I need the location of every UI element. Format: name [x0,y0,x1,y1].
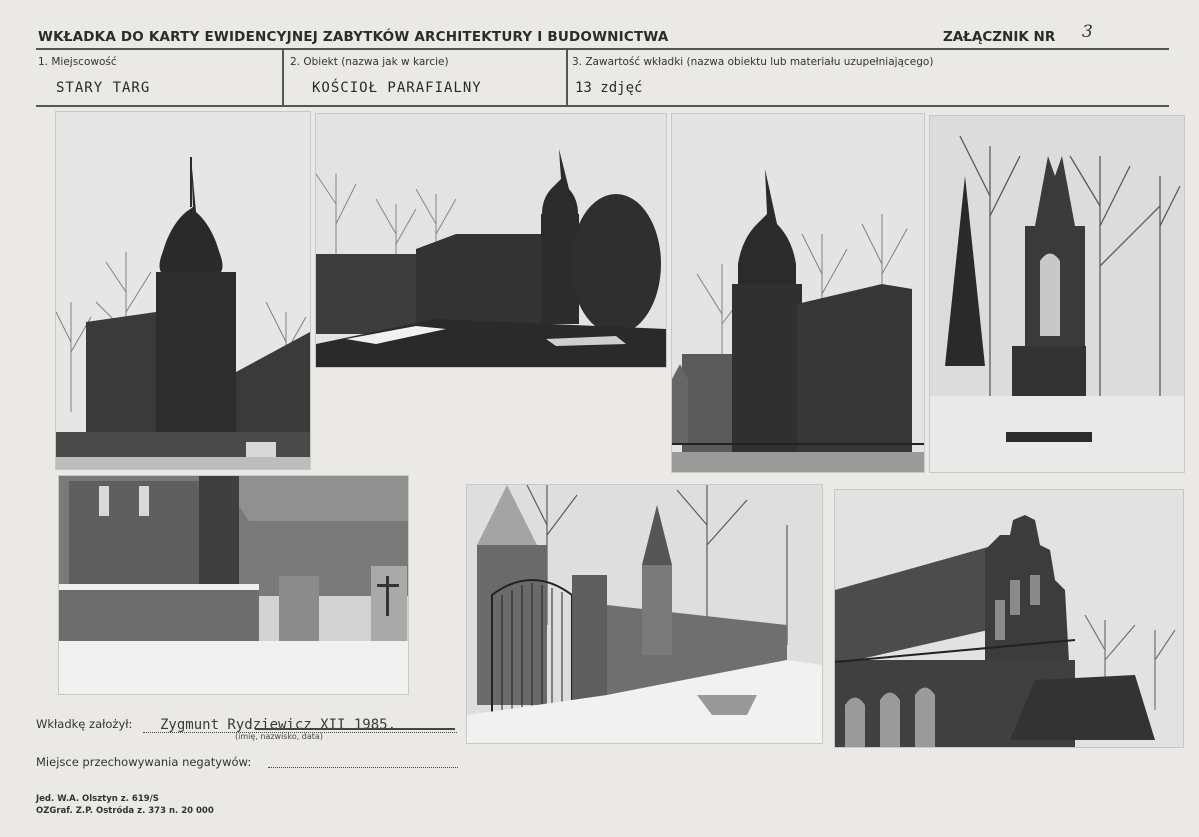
storage-dotted-line [268,767,458,768]
field-value-location: STARY TARG [56,80,151,96]
photo-gothic-monument [930,116,1184,472]
founder-value: Zygmunt Rydziewicz XII 1985. [160,717,397,733]
photo-church-hill [316,114,666,367]
field-value-object: KOŚCIOŁ PARAFIALNY [312,80,482,96]
field-label-object: 2. Obiekt (nazwa jak w karcie) [290,56,449,68]
field-label-location: 1. Miejscowość [38,56,117,68]
annex-number: 3 [1082,22,1093,42]
header-rule [36,48,1169,50]
founder-hint: (imię, nazwisko, data) [235,732,323,741]
founder-strikethrough [255,728,455,730]
photo-church-tower [56,112,310,469]
photo-churchyard-wall [59,476,408,694]
form-title: WKŁADKA DO KARTY EWIDENCYJNEJ ZABYTKÓW A… [38,29,669,45]
fields-rule [36,105,1169,107]
annex-label: ZAŁĄCZNIK NR [943,29,1056,45]
photo-church-trees [672,114,924,472]
record-sheet: WKŁADKA DO KARTY EWIDENCYJNEJ ZABYTKÓW A… [0,0,1199,837]
founder-label: Wkładkę założył: [36,717,133,731]
field-label-contents: 3. Zawartość wkładki (nazwa obiektu lub … [572,56,934,68]
storage-label: Miejsce przechowywania negatywów: [36,755,252,769]
field-value-contents: 13 zdjęć [575,80,643,96]
field-divider-2 [566,48,568,106]
photo-cemetery-gate [467,485,822,743]
field-divider-1 [282,48,284,106]
printer-line-1: Jed. W.A. Olsztyn z. 619/S [36,794,159,804]
printer-line-2: OZGraf. Z.P. Ostróda z. 373 n. 20 000 [36,806,214,816]
photo-stepped-gable [835,490,1183,747]
